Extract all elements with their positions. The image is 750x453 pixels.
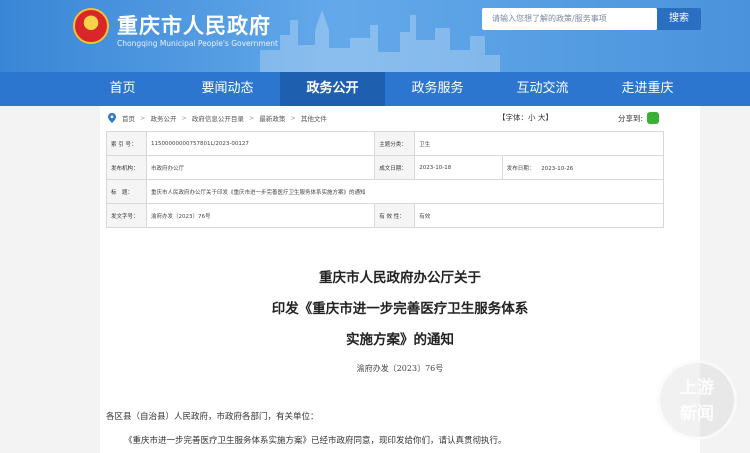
meta-doc-no: 渝府办发〔2023〕76号	[145, 203, 376, 228]
meta-label: 主题分类：	[374, 131, 416, 156]
breadcrumb-separator: >	[181, 114, 187, 122]
meta-published: 发布日期： 2023-10-26	[501, 155, 665, 180]
nav-interaction[interactable]: 互动交流	[490, 72, 595, 106]
search-button[interactable]: 搜索	[657, 8, 701, 30]
nav-gov-affairs-public[interactable]: 政务公开	[280, 72, 385, 106]
nav-about-chongqing[interactable]: 走进重庆	[595, 72, 700, 106]
meta-label: 索 引 号：	[106, 131, 147, 156]
breadcrumb-directory[interactable]: 政府信息公开目录	[192, 113, 244, 123]
breadcrumb-latest-policy[interactable]: 最新政策	[259, 113, 285, 123]
meta-label: 发文字号：	[106, 203, 147, 228]
breadcrumb-separator: >	[140, 114, 146, 122]
breadcrumb-other-files[interactable]: 其他文件	[301, 113, 327, 123]
document-title-line-1: 重庆市人民政府办公厅关于	[319, 270, 481, 286]
watermark-logo: 上游 新闻	[657, 360, 737, 440]
document-title-line-2: 印发《重庆市进一步完善医疗卫生服务体系	[271, 301, 529, 317]
nav-home[interactable]: 首页	[70, 72, 175, 106]
font-size-control[interactable]: 【字体：小 大】	[498, 112, 553, 123]
meta-label: 发布机构：	[106, 155, 147, 180]
meta-label: 发布日期：	[506, 165, 535, 172]
breadcrumb-separator: >	[290, 114, 296, 122]
national-emblem-icon[interactable]	[73, 8, 109, 44]
meta-issuer: 市政府办公厅	[145, 155, 376, 180]
meta-validity: 有效	[414, 203, 664, 228]
breadcrumb-separator: >	[248, 114, 255, 122]
site-title[interactable]: 重庆市人民政府	[117, 10, 271, 40]
meta-index-no: 11500000000757801L/2023-00127	[145, 131, 376, 156]
breadcrumb-home[interactable]: 首页	[122, 113, 135, 123]
nav-news[interactable]: 要闻动态	[175, 72, 280, 106]
document-salutation: 各区县（自治县）人民政府，市政府各部门，有关单位：	[106, 412, 319, 422]
document-title-line-3: 实施方案》的通知	[346, 332, 454, 348]
document-meta-table: 索 引 号： 11500000000757801L/2023-00127 主题分…	[106, 131, 665, 228]
meta-category: 卫生	[414, 131, 664, 156]
site-header: 重庆市人民政府 Chongqing Municipal People's Gov…	[0, 0, 750, 72]
meta-label: 成文日期：	[374, 155, 416, 180]
meta-label: 标 题：	[106, 179, 147, 204]
location-pin-icon	[108, 113, 116, 123]
meta-label: 有 效 性：	[374, 203, 416, 228]
share-label: 分享到:	[618, 113, 644, 123]
main-nav: 首页 要闻动态 政务公开 政务服务 互动交流 走进重庆	[0, 72, 750, 106]
wechat-share-icon[interactable]	[647, 112, 660, 124]
content-panel: 首页 > 政务公开 > 政府信息公开目录 > 最新政策 > 其他文件 【字体：小…	[100, 106, 700, 453]
nav-gov-services[interactable]: 政务服务	[385, 72, 490, 106]
document-number: 渝府办发〔2023〕76号	[356, 364, 444, 373]
breadcrumb: 首页 > 政务公开 > 政府信息公开目录 > 最新政策 > 其他文件	[108, 113, 327, 123]
share-control: 分享到:	[618, 112, 660, 124]
meta-created-date: 2023-10-18	[414, 155, 503, 180]
watermark-line-1: 上游	[680, 378, 714, 398]
watermark-line-2: 新闻	[680, 404, 714, 424]
breadcrumb-gov-public[interactable]: 政务公开	[150, 113, 176, 123]
meta-subject: 重庆市人民政府办公厅关于印发《重庆市进一步完善医疗卫生服务体系实施方案》的通知	[146, 179, 664, 204]
site-subtitle: Chongqing Municipal People's Government	[117, 39, 278, 48]
document-body-paragraph: 《重庆市进一步完善医疗卫生服务体系实施方案》已经市政府同意，现印发给你们，请认真…	[124, 436, 507, 446]
search-input[interactable]: 请输入您想了解的政策/服务事项	[482, 8, 657, 30]
skyline-decoration	[260, 10, 500, 72]
meta-published-date: 2023-10-26	[541, 165, 574, 172]
